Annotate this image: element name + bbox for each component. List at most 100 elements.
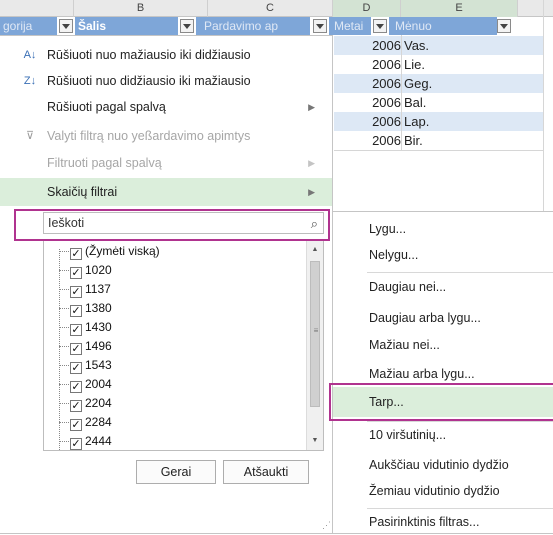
- greater-equal-label: Daugiau arba lygu...: [369, 311, 481, 325]
- header-cell-month[interactable]: Mėnuo: [389, 17, 497, 35]
- filter-header-row: gorija Šalis Pardavimo ap Metai Mėnuo: [0, 17, 553, 35]
- tree-connector: [59, 270, 69, 271]
- list-item-checkbox[interactable]: ✓ 1543: [70, 356, 112, 375]
- highlight-between: [329, 383, 553, 421]
- list-item-checkbox[interactable]: ✓ 2204: [70, 394, 112, 413]
- tree-connector: [59, 365, 69, 366]
- list-scrollbar[interactable]: ▲ ≡ ▼: [306, 241, 323, 450]
- header-cell-sales[interactable]: Pardavimo ap: [196, 17, 310, 35]
- below-average-item[interactable]: Žemiau vidutinio dydžio: [333, 478, 553, 504]
- scroll-up-icon[interactable]: ▲: [307, 243, 323, 257]
- table-row[interactable]: 2006 Geg.: [334, 74, 544, 93]
- checkbox-checked-icon: ✓: [70, 400, 82, 412]
- ok-button[interactable]: Gerai: [136, 460, 216, 484]
- header-cell-category[interactable]: gorija: [0, 17, 57, 35]
- chevron-right-icon: ▶: [308, 102, 315, 112]
- table-row[interactable]: 2006 Lie.: [334, 55, 544, 74]
- month-cell: Lie.: [404, 57, 425, 72]
- list-item-label: 1137: [85, 282, 111, 296]
- checkbox-checked-icon: ✓: [70, 362, 82, 374]
- number-filters-item[interactable]: Skaičių filtrai ▶: [0, 178, 332, 206]
- list-item-checkbox[interactable]: ✓ 2004: [70, 375, 112, 394]
- checkbox-checked-icon: ✓: [70, 248, 82, 260]
- number-filters-submenu: Lygu... Nelygu... Daugiau nei... Daugiau…: [332, 211, 553, 534]
- column-b-header[interactable]: B: [74, 0, 208, 17]
- column-c-header[interactable]: C: [208, 0, 333, 17]
- clear-filter-icon: ⊽: [25, 130, 35, 142]
- select-all-checkbox[interactable]: ✓ (Žymėti viską): [70, 242, 160, 261]
- column-e-header[interactable]: E: [401, 0, 518, 17]
- scrollbar-thumb[interactable]: ≡: [310, 261, 320, 407]
- filter-dropdown-year[interactable]: [373, 19, 387, 33]
- table-row[interactable]: 2006 Vas.: [334, 36, 544, 55]
- custom-filter-item[interactable]: Pasirinktinis filtras...: [333, 509, 553, 535]
- not-equals-label: Nelygu...: [369, 248, 419, 262]
- filter-dropdown-category[interactable]: [59, 19, 73, 33]
- year-cell: 2006: [372, 76, 401, 91]
- table-row[interactable]: 2006 Bir.: [334, 131, 544, 150]
- table-row[interactable]: 2006 Bal.: [334, 93, 544, 112]
- filter-by-color-label: Filtruoti pagal spalvą: [47, 156, 162, 170]
- menu-separator: [367, 272, 553, 273]
- month-cell: Bir.: [404, 133, 423, 148]
- checkbox-checked-icon: ✓: [70, 267, 82, 279]
- number-filters-label: Skaičių filtrai: [47, 185, 118, 199]
- tree-connector: [59, 251, 69, 252]
- table-row[interactable]: 2006 Lap.: [334, 112, 544, 131]
- list-item-label: 2444: [85, 434, 112, 448]
- column-a-header[interactable]: [0, 0, 74, 17]
- above-average-item[interactable]: Aukščiau vidutinio dydžio: [333, 452, 553, 478]
- filter-dropdown-country[interactable]: [180, 19, 194, 33]
- cancel-button[interactable]: Atšaukti: [223, 460, 309, 484]
- filter-by-color-item[interactable]: Filtruoti pagal spalvą ▶: [0, 150, 332, 176]
- list-item-label: 1430: [85, 320, 112, 334]
- list-item-checkbox[interactable]: ✓ 1380: [70, 299, 112, 318]
- month-cell: Vas.: [404, 38, 430, 53]
- sort-descending-item[interactable]: Z↓ Rūšiuoti nuo didžiausio iki mažiausio: [0, 68, 332, 94]
- list-item-label: 1380: [85, 301, 112, 315]
- list-item-label: 2204: [85, 396, 112, 410]
- not-equals-item[interactable]: Nelygu...: [333, 242, 553, 268]
- list-item-checkbox[interactable]: ✓ 1020: [70, 261, 112, 280]
- sort-by-color-label: Rūšiuoti pagal spalvą: [47, 100, 166, 114]
- resize-grip-icon[interactable]: ⋰: [322, 520, 331, 531]
- greater-equal-item[interactable]: Daugiau arba lygu...: [333, 305, 553, 331]
- sort-descending-label: Rūšiuoti nuo didžiausio iki mažiausio: [47, 74, 251, 88]
- less-than-item[interactable]: Mažiau nei...: [333, 332, 553, 358]
- filter-dropdown-month[interactable]: [497, 19, 511, 33]
- equals-item[interactable]: Lygu...: [333, 216, 553, 242]
- tree-connector: [59, 441, 69, 442]
- sort-az-icon: A↓: [23, 49, 37, 61]
- scroll-down-icon[interactable]: ▼: [307, 434, 323, 448]
- sort-by-color-item[interactable]: Rūšiuoti pagal spalvą ▶: [0, 94, 332, 120]
- column-header-bar: B C D E: [0, 0, 553, 17]
- list-item-checkbox[interactable]: ✓ 1430: [70, 318, 112, 337]
- below-average-label: Žemiau vidutinio dydžio: [369, 484, 500, 498]
- tree-connector: [59, 289, 69, 290]
- list-item-checkbox[interactable]: ✓ 2284: [70, 413, 112, 432]
- checkbox-checked-icon: ✓: [70, 286, 82, 298]
- highlight-number-filters: [14, 209, 330, 241]
- tree-connector: [59, 346, 69, 347]
- less-than-label: Mažiau nei...: [369, 338, 440, 352]
- top-10-item[interactable]: 10 viršutinių...: [333, 422, 553, 448]
- month-cell: Lap.: [404, 114, 430, 129]
- checkbox-checked-icon: ✓: [70, 324, 82, 336]
- tree-connector: [59, 384, 69, 385]
- list-item-checkbox[interactable]: ✓ 1496: [70, 337, 112, 356]
- sort-za-icon: Z↓: [23, 75, 37, 87]
- clear-filter-item[interactable]: ⊽ Valyti filtrą nuo yeßardavimo apimtys: [0, 123, 332, 149]
- list-item-label: 2004: [85, 377, 112, 391]
- column-d-header[interactable]: D: [333, 0, 401, 17]
- list-item-checkbox[interactable]: ✓ 2444: [70, 432, 112, 450]
- header-cell-country[interactable]: Šalis: [75, 17, 178, 35]
- tree-connector: [59, 422, 69, 423]
- filter-dropdown-sales[interactable]: [313, 19, 327, 33]
- greater-than-item[interactable]: Daugiau nei...: [333, 274, 553, 300]
- header-cell-year[interactable]: Metai: [329, 17, 371, 35]
- custom-filter-label: Pasirinktinis filtras...: [369, 515, 480, 529]
- checkbox-checked-icon: ✓: [70, 343, 82, 355]
- above-average-label: Aukščiau vidutinio dydžio: [369, 458, 509, 472]
- list-item-checkbox[interactable]: ✓ 1137: [70, 280, 111, 299]
- sort-ascending-item[interactable]: A↓ Rūšiuoti nuo mažiausio iki didžiausio: [0, 42, 332, 68]
